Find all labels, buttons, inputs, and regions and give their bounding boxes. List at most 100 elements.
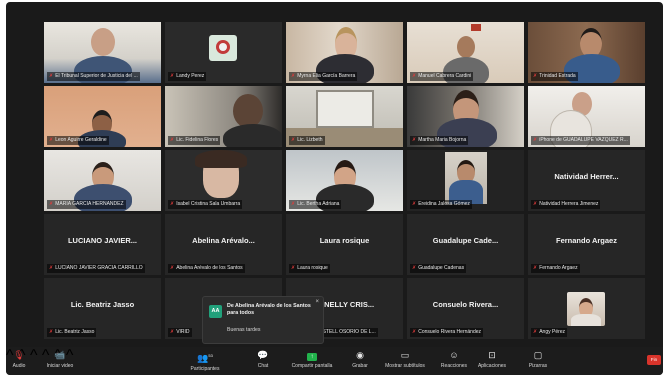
participant-display-name: Laura rosique [319, 236, 370, 245]
record-label: Grabar [352, 363, 368, 369]
video-label: Iniciar video [46, 363, 74, 369]
video-inset [445, 152, 487, 204]
muted-mic-icon: ✗ [412, 265, 417, 271]
share-label: Compartir pantalla [291, 363, 333, 369]
reactions-button[interactable]: ☺ Reacciones [434, 350, 474, 369]
participant-name: ✗ Lic. Bertha Adriana [289, 200, 342, 209]
person-head [233, 94, 263, 128]
audio-label: Audio [12, 363, 26, 369]
participant-display-name: Consuelo Rivera... [432, 300, 499, 309]
muted-mic-icon: ✗ [412, 201, 417, 207]
participants-count: 53 [208, 353, 213, 358]
gallery-view: ✗ El Tribunal Superior de Justicia del ..… [44, 22, 645, 339]
participant-tile-active-speaker[interactable]: ✗ Myrna Elia García Barrera [286, 22, 403, 83]
close-icon[interactable]: × [315, 299, 319, 305]
participant-name: ✗ Lic. Fidelina Flores [168, 136, 221, 145]
muted-mic-icon: ✗ [49, 329, 54, 335]
participant-tile[interactable]: ✗ Lic. Fidelina Flores [165, 86, 282, 147]
muted-mic-icon: ✗ [412, 329, 417, 335]
meeting-toolbar: 🎙 Audio ^ 📹 Iniciar video ^ 👥53 Particip… [6, 347, 663, 375]
participant-tile[interactable]: ✗ Manuel Cabrera Cardini [407, 22, 524, 83]
share-screen-button[interactable]: ↑ Compartir pantalla [286, 350, 338, 369]
muted-mic-icon: ✗ [49, 137, 54, 143]
muted-mic-icon: ✗ [49, 201, 54, 207]
participant-name: ✗ Ereidina Jalosa Gómez [410, 200, 472, 209]
participant-tile[interactable]: Laura rosique ✗ Laura rosique [286, 214, 403, 275]
participant-name: ✗ Leon Aguirre Geraldine [47, 136, 109, 145]
muted-mic-icon: ✗ [170, 137, 175, 143]
muted-mic-icon: ✗ [291, 73, 296, 79]
participant-display-name: Natividad Herrer... [554, 172, 619, 181]
video-off-icon: 📹 [54, 350, 66, 360]
muted-mic-icon: ✗ [170, 265, 175, 271]
chat-notification[interactable]: AA De Abelina Arévalo de los Santos para… [202, 296, 324, 344]
chat-sender: De Abelina Arévalo de los Santos para to… [227, 303, 311, 316]
muted-mic-icon: ✗ [291, 137, 296, 143]
participant-tile[interactable]: Abelina Arévalo... ✗ Abelina Arévalo de l… [165, 214, 282, 275]
chevron-up-icon[interactable]: ^ [30, 347, 38, 364]
whiteboard-icon: ▢ [533, 350, 543, 360]
record-icon: ◉ [356, 350, 364, 360]
participant-tile[interactable]: Lic. Beatriz Jasso ✗ Lic. Beatriz Jasso [44, 278, 161, 339]
muted-mic-icon: ✗ [291, 201, 296, 207]
zoom-meeting-window: ✗ El Tribunal Superior de Justicia del ..… [6, 2, 663, 375]
participant-name: ✗ Guadalupe Cadenas [410, 264, 467, 273]
muted-mic-icon: ✗ [170, 73, 175, 79]
participant-name: ✗ Manuel Cabrera Cardini [410, 72, 474, 81]
participant-tile[interactable]: ✗ Ereidina Jalosa Gómez [407, 150, 524, 211]
participant-name: ✗ iPhone de GUADALUPE VAZQUEZ R... [531, 136, 630, 145]
participant-tile[interactable]: ✗ El Tribunal Superior de Justicia del ..… [44, 22, 161, 83]
chat-icon: 💬 [257, 350, 269, 360]
participant-tile[interactable]: Guadalupe Cade... ✗ Guadalupe Cadenas [407, 214, 524, 275]
reactions-label: Reacciones [440, 363, 468, 369]
cc-icon: ▭ [400, 350, 410, 360]
participant-name: ✗ VIRID [168, 328, 192, 337]
end-meeting-button[interactable]: Fin [647, 355, 661, 365]
apps-icon: ⊡ [488, 350, 496, 360]
apps-button[interactable]: ⊡ Aplicaciones [472, 350, 512, 369]
hair [195, 150, 247, 168]
participants-button[interactable]: 👥53 Participantes [182, 350, 228, 372]
participant-tile[interactable]: ✗ Martha Maria Bojorna [407, 86, 524, 147]
muted-mic-icon: ✗ [412, 137, 417, 143]
muted-mic-icon: ✗ [533, 329, 538, 335]
participant-tile[interactable]: ✗ Isabel Cristina Sala Umbarra [165, 150, 282, 211]
participant-name: ✗ Myrna Elia García Barrera [289, 72, 358, 81]
participant-name: ✗ Lic. Lizbeth [289, 136, 325, 145]
participant-tile[interactable]: Consuelo Rivera... ✗ Consuelo Rivera Hern… [407, 278, 524, 339]
participant-tile[interactable]: ✗ Angy Pérez [528, 278, 645, 339]
wall-sign [471, 24, 481, 31]
subtitles-button[interactable]: ▭ Mostrar subtítulos [380, 350, 430, 369]
whiteboards-label: Pizarras [528, 363, 548, 369]
participant-tile[interactable]: LUCIANO JAVIER... ✗ LUCIANO JAVIER GRACIA… [44, 214, 161, 275]
participant-display-name: Fernando Argaez [556, 236, 617, 245]
participant-name: ✗ Lic. Beatriz Jasso [47, 328, 97, 337]
chat-button[interactable]: 💬 Chat [251, 350, 275, 369]
participant-name: ✗ El Tribunal Superior de Justicia del ..… [47, 72, 140, 81]
share-screen-icon: ↑ [286, 350, 338, 361]
participant-tile[interactable]: ✗ Landy Perez [165, 22, 282, 83]
participant-tile[interactable]: ✗ Lic. Bertha Adriana [286, 150, 403, 211]
participant-tile[interactable]: ✗ Lic. Lizbeth [286, 86, 403, 147]
participant-tile[interactable]: Natividad Herrer... ✗ Natividad Herrera J… [528, 150, 645, 211]
muted-mic-icon: ✗ [533, 137, 538, 143]
chat-message: Buenas tardes [227, 327, 261, 333]
participant-name: ✗ Natividad Herrera Jimenez [531, 200, 601, 209]
participants-icon: 👥53 [197, 353, 213, 363]
participant-tile[interactable]: ✗ MARIA GARCIA HERNANDEZ [44, 150, 161, 211]
window [316, 90, 374, 128]
participant-tile[interactable]: ✗ Trinidad Estrada [528, 22, 645, 83]
sender-avatar: AA [209, 305, 222, 318]
participant-tile[interactable]: Fernando Argaez ✗ Fernando Argaez [528, 214, 645, 275]
participant-display-name: Guadalupe Cade... [432, 236, 499, 245]
start-video-button[interactable]: 📹 Iniciar video [40, 350, 80, 369]
audio-button[interactable]: 🎙 Audio [8, 350, 30, 369]
participant-tile[interactable]: ✗ Leon Aguirre Geraldine [44, 86, 161, 147]
muted-mic-icon: ✗ [170, 201, 175, 207]
record-button[interactable]: ◉ Grabar [348, 350, 372, 369]
whiteboards-button[interactable]: ▢ Pizarras [520, 350, 556, 369]
participant-display-name: Lic. Beatriz Jasso [70, 300, 135, 309]
participant-display-name: LUCIANO JAVIER... [67, 236, 138, 245]
participant-name: ✗ Angy Pérez [531, 328, 568, 337]
participant-tile[interactable]: ✗ iPhone de GUADALUPE VAZQUEZ R... [528, 86, 645, 147]
